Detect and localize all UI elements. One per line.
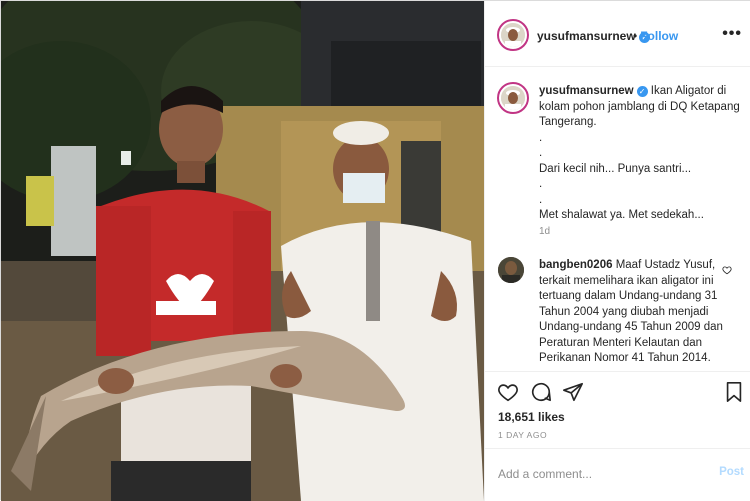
follow-button[interactable]: • Follow	[633, 29, 678, 43]
avatar[interactable]	[497, 19, 529, 51]
comment: bangben0206 Maaf Ustadz Yusuf, terkait m…	[539, 258, 725, 367]
comments-section: yusufmansurnew ✓ Ikan Aligator di kolam p…	[485, 68, 750, 371]
share-send-icon[interactable]	[562, 381, 584, 403]
post-side-panel: yusufmansurnew ✓ • Follow ••• yusufmansu…	[484, 1, 750, 501]
save-bookmark-icon[interactable]	[723, 381, 745, 403]
post-timestamp[interactable]: 1 DAY AGO	[498, 430, 547, 440]
caption-line-2: Dari kecil nih... Punya santri...	[539, 162, 692, 175]
caption-dot-1: .	[539, 131, 543, 144]
like-heart-icon[interactable]	[497, 381, 519, 403]
instagram-post: yusufmansurnew ✓ • Follow ••• yusufmansu…	[0, 0, 750, 501]
post-header: yusufmansurnew ✓ • Follow •••	[485, 1, 750, 67]
photo-illustration	[1, 1, 484, 501]
caption-line-3: Met shalawat ya. Met sedekah...	[539, 209, 704, 221]
add-comment-input[interactable]	[498, 464, 698, 484]
caption: yusufmansurnew ✓ Ikan Aligator di kolam p…	[539, 84, 747, 224]
header-username-text[interactable]: yusufmansurnew	[537, 29, 636, 43]
caption-dot-2: .	[539, 147, 543, 159]
more-options-icon[interactable]: •••	[722, 25, 742, 43]
comment-username[interactable]: bangben0206	[539, 259, 613, 271]
post-photo[interactable]	[1, 1, 484, 501]
actions-bar: 18,651 likes 1 DAY AGO	[485, 371, 750, 447]
follow-separator: •	[633, 29, 638, 43]
caption-dot-4: .	[539, 193, 543, 206]
comment-text: Maaf Ustadz Yusuf, terkait memelihara ik…	[539, 259, 723, 364]
add-comment-bar: Post	[485, 448, 750, 501]
post-comment-button[interactable]: Post	[719, 466, 744, 478]
avatar-image	[501, 23, 525, 47]
likes-count[interactable]: 18,651 likes	[498, 410, 565, 424]
follow-label[interactable]: Follow	[640, 29, 678, 43]
caption-dot-3: .	[539, 178, 543, 190]
caption-age[interactable]: 1d	[539, 226, 550, 237]
caption-username[interactable]: yusufmansurnew	[539, 85, 634, 97]
comment-avatar-image	[498, 257, 524, 283]
comment-avatar[interactable]	[498, 257, 524, 283]
comment-like-heart-icon[interactable]	[722, 265, 732, 275]
caption-verified-icon: ✓	[636, 86, 648, 97]
caption-avatar[interactable]	[497, 82, 529, 114]
caption-avatar-image	[501, 86, 525, 110]
comment-bubble-icon[interactable]	[530, 381, 552, 403]
